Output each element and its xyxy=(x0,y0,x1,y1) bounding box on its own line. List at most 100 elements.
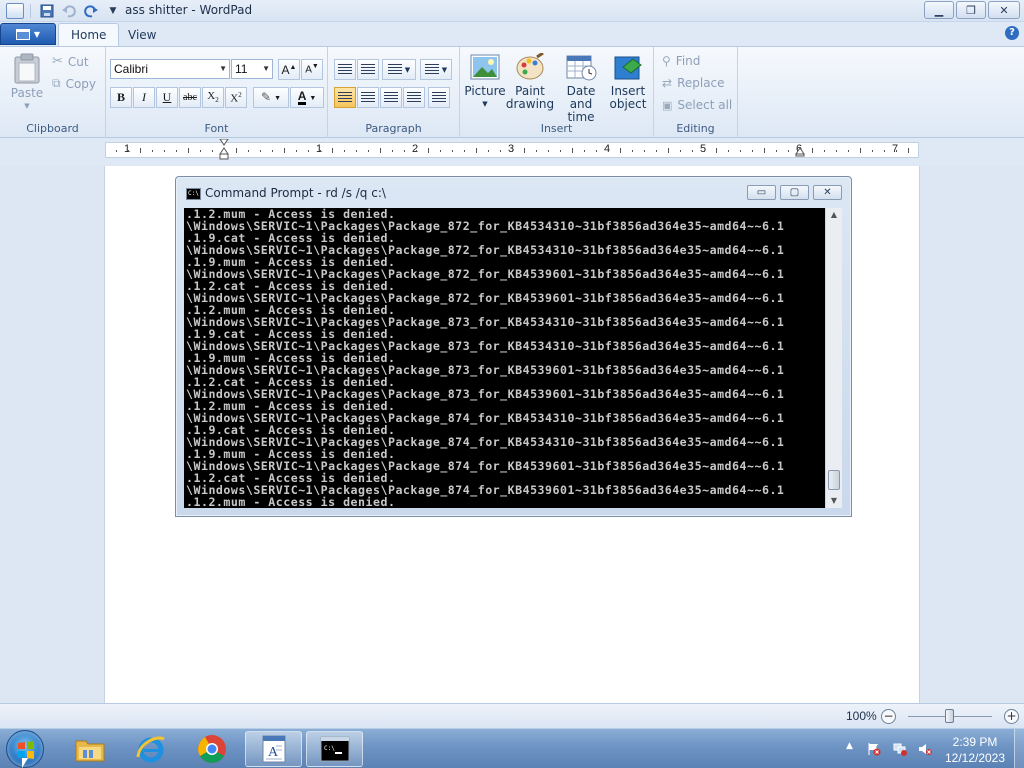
minimize-button[interactable]: ▁ xyxy=(924,1,954,19)
ruler-tick xyxy=(380,148,381,153)
ruler-tick xyxy=(836,150,837,152)
ruler-number: 4 xyxy=(604,143,611,155)
zoom-out-button[interactable]: − xyxy=(881,709,896,724)
clock-time: 2:39 PM xyxy=(952,735,998,749)
bold-button[interactable]: B xyxy=(110,87,132,108)
text-color-icon: A xyxy=(297,89,307,105)
application-menu-button[interactable]: ▼ xyxy=(0,23,56,45)
show-desktop-button[interactable] xyxy=(1014,729,1024,768)
document-icon xyxy=(15,28,30,40)
bullet-list-button[interactable]: ▼ xyxy=(382,59,416,80)
cmd-close-button[interactable]: ✕ xyxy=(813,185,842,200)
ruler-tick xyxy=(680,150,681,152)
italic-button[interactable]: I xyxy=(133,87,155,108)
ruler[interactable]: 1 1 2 3 4 5 6 7 xyxy=(105,139,919,161)
superscript-button[interactable]: X2 xyxy=(225,87,247,108)
redo-icon[interactable] xyxy=(81,2,101,20)
chevron-down-icon: ▼ xyxy=(24,102,30,110)
zoom-in-button[interactable]: + xyxy=(1004,709,1019,724)
ruler-tick xyxy=(344,150,345,152)
action-center-flag-icon[interactable] xyxy=(867,742,881,756)
scroll-up-icon[interactable]: ▲ xyxy=(826,208,842,222)
increase-indent-button[interactable] xyxy=(357,59,379,80)
tab-home[interactable]: Home xyxy=(58,23,120,46)
indent-marker-icon[interactable] xyxy=(219,139,229,161)
find-button[interactable]: ⚲ Find xyxy=(662,54,700,68)
align-right-button[interactable] xyxy=(380,87,402,108)
cmd-maximize-button[interactable]: ▢ xyxy=(780,185,809,200)
ruler-tick xyxy=(308,150,309,152)
chevron-down-icon: ▼ xyxy=(219,64,227,73)
font-family-select[interactable]: Calibri ▼ xyxy=(110,59,230,79)
scroll-down-icon[interactable]: ▼ xyxy=(826,494,842,508)
paragraph-group-label: Paragraph xyxy=(365,122,422,135)
paragraph-dialog-button[interactable] xyxy=(428,87,450,108)
chevron-down-icon: ▼ xyxy=(441,65,448,74)
paint-drawing-button[interactable]: Paint drawing xyxy=(506,53,554,111)
ruler-tick xyxy=(860,148,861,153)
zoom-slider-thumb[interactable] xyxy=(945,709,954,723)
date-time-button[interactable]: Date and time xyxy=(558,53,604,124)
ruler-tick xyxy=(716,148,717,153)
increase-indent-icon xyxy=(361,64,375,75)
align-left-button[interactable] xyxy=(334,87,356,108)
volume-muted-icon[interactable] xyxy=(918,742,932,756)
taskbar-command-prompt[interactable]: C:\ xyxy=(306,731,363,767)
maximize-button[interactable]: ❐ xyxy=(956,1,986,19)
cmd-scrollbar[interactable]: ▲ ▼ xyxy=(825,208,842,508)
undo-icon[interactable] xyxy=(59,2,79,20)
minus-icon: − xyxy=(883,709,894,723)
copy-button[interactable]: ⧉ Copy xyxy=(52,76,96,91)
show-hidden-icons-chevron-icon[interactable]: ▲ xyxy=(846,741,853,751)
ruler-tick xyxy=(704,150,705,152)
line-spacing-button[interactable]: ▼ xyxy=(420,59,452,80)
taskbar-internet-explorer[interactable] xyxy=(122,731,179,767)
shrink-font-button[interactable]: A▼ xyxy=(301,59,323,80)
replace-button[interactable]: ⇄ Replace xyxy=(662,76,725,90)
wordpad-app-icon[interactable] xyxy=(6,3,24,19)
paste-button[interactable]: Paste ▼ xyxy=(8,53,46,113)
scroll-thumb[interactable] xyxy=(828,470,840,490)
cmd-minimize-button[interactable]: ▭ xyxy=(747,185,776,200)
embedded-command-prompt-window[interactable]: C:\ Command Prompt - rd /s /q c:\ ▭ ▢ ✕ … xyxy=(175,176,852,517)
tab-view[interactable]: View xyxy=(116,23,168,46)
taskbar-wordpad[interactable]: A xyxy=(245,731,302,767)
console-output[interactable]: .1.2.mum - Access is denied. \Windows\SER… xyxy=(184,208,825,508)
highlight-color-button[interactable]: ✎ ▼ xyxy=(253,87,289,108)
system-clock[interactable]: 2:39 PM 12/12/2023 xyxy=(940,734,1010,766)
decrease-indent-button[interactable] xyxy=(334,59,356,80)
cut-button[interactable]: ✂ Cut xyxy=(52,54,89,69)
ruler-tick xyxy=(188,148,189,153)
highlighter-icon: ✎ xyxy=(261,90,272,104)
command-prompt-icon: C:\ xyxy=(320,736,349,762)
justify-button[interactable] xyxy=(403,87,425,108)
text-color-button[interactable]: A ▼ xyxy=(290,87,324,108)
clipboard-group: Paste ▼ ✂ Cut ⧉ Copy Clipboard xyxy=(0,47,106,138)
ribbon: Paste ▼ ✂ Cut ⧉ Copy Clipboard Calibri ▼… xyxy=(0,46,1024,138)
cut-label: Cut xyxy=(67,54,89,69)
ruler-tick xyxy=(848,150,849,152)
font-size-select[interactable]: 11 ▼ xyxy=(231,59,273,79)
ruler-tick xyxy=(872,150,873,152)
grow-font-button[interactable]: A▲ xyxy=(278,59,300,80)
strikethrough-button[interactable]: abc xyxy=(179,87,201,108)
subscript-button[interactable]: X2 xyxy=(202,87,224,108)
taskbar-explorer[interactable] xyxy=(61,731,118,767)
superscript-icon: X2 xyxy=(230,90,242,105)
customize-qat-chevron-icon[interactable]: ▼ xyxy=(103,2,123,20)
select-all-button[interactable]: ▣ Select all xyxy=(662,98,732,112)
network-icon[interactable] xyxy=(893,742,907,756)
align-center-button[interactable] xyxy=(357,87,379,108)
cmd-window-controls: ▭ ▢ ✕ xyxy=(747,185,842,200)
right-indent-marker-icon[interactable] xyxy=(795,147,805,157)
insert-object-button[interactable]: Insert object xyxy=(608,53,648,111)
ruler-tick xyxy=(524,148,525,153)
ruler-tick xyxy=(752,150,753,152)
picture-button[interactable]: Picture ▼ xyxy=(464,53,506,111)
quick-access-toolbar: ▼ xyxy=(6,2,123,20)
close-button[interactable]: ✕ xyxy=(988,1,1020,19)
taskbar-chrome[interactable] xyxy=(183,731,240,767)
save-icon[interactable] xyxy=(37,2,57,20)
help-icon[interactable]: ? xyxy=(1005,26,1019,40)
underline-button[interactable]: U xyxy=(156,87,178,108)
